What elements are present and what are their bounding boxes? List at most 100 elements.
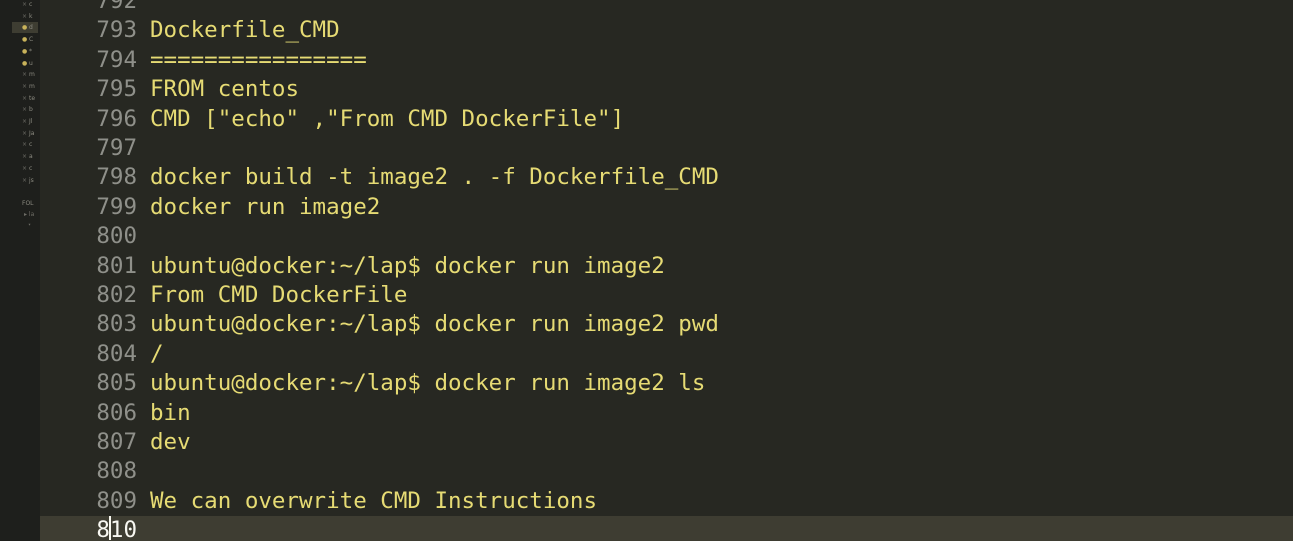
code-line[interactable]: 803 ubuntu@docker:~/lap$ docker run image…	[40, 310, 1293, 339]
unsaved-dot-icon[interactable]: ●	[22, 22, 29, 33]
open-file-item[interactable]: × m	[22, 69, 38, 80]
line-number: 800	[96, 223, 137, 250]
open-file-item[interactable]: × Ja	[22, 128, 38, 139]
line-text: /	[150, 340, 164, 367]
line-number: 797	[96, 135, 137, 161]
line-number: 804	[96, 340, 137, 367]
open-file-label: c	[29, 164, 33, 172]
line-text: ================	[150, 46, 367, 73]
code-editor[interactable]: 792 793 Dockerfile_CMD 794 ================ 7…	[40, 0, 1293, 541]
code-line[interactable]: 799 docker run image2	[40, 193, 1293, 222]
text-cursor	[109, 516, 111, 540]
line-text: ubuntu@docker:~/lap$ docker run image2	[150, 252, 665, 279]
open-file-item[interactable]: ● u	[22, 58, 38, 69]
line-number: 801	[96, 252, 137, 279]
code-line[interactable]: 808	[40, 457, 1293, 486]
open-file-item[interactable]: ● *	[22, 46, 38, 57]
close-tab-icon[interactable]: ×	[22, 116, 29, 127]
line-number: 792	[96, 0, 137, 14]
close-tab-icon[interactable]: ×	[22, 163, 29, 174]
code-line[interactable]: 792	[40, 0, 1293, 16]
unsaved-dot-icon[interactable]: ●	[22, 34, 29, 45]
close-tab-icon[interactable]: ×	[22, 104, 29, 115]
open-file-item[interactable]: × c	[22, 139, 38, 150]
open-file-label: *	[29, 47, 32, 55]
line-text: ubuntu@docker:~/lap$ docker run image2 p…	[150, 311, 719, 338]
open-file-item[interactable]: × c	[22, 0, 38, 10]
open-file-label: k	[29, 12, 33, 20]
line-number: 793	[96, 17, 137, 44]
line-number: 807	[96, 429, 137, 455]
line-number: 795	[96, 76, 137, 103]
open-file-label: js	[29, 176, 34, 184]
line-text: bin	[150, 399, 191, 426]
code-line[interactable]: 806 bin	[40, 399, 1293, 428]
open-file-item[interactable]: × js	[22, 175, 38, 186]
line-text: docker build -t image2 . -f Dockerfile_C…	[150, 164, 719, 191]
line-number: 796	[96, 105, 137, 132]
close-tab-icon[interactable]: ×	[22, 81, 29, 92]
open-file-item[interactable]: × k	[22, 11, 38, 22]
close-tab-icon[interactable]: ×	[22, 128, 29, 139]
open-file-item[interactable]: × m	[22, 81, 38, 92]
code-line[interactable]: 801 ubuntu@docker:~/lap$ docker run image…	[40, 252, 1293, 281]
folder-item[interactable]: ▸ la	[24, 211, 34, 218]
open-file-label: m	[29, 71, 35, 79]
open-file-item[interactable]: × Jl	[22, 116, 38, 127]
open-file-item[interactable]: × a	[22, 151, 38, 162]
code-line[interactable]: 800	[40, 222, 1293, 251]
folders-heading: FOL	[22, 200, 34, 207]
close-tab-icon[interactable]: ×	[22, 151, 29, 162]
line-number: 799	[96, 193, 137, 220]
close-tab-icon[interactable]: ×	[22, 0, 29, 10]
code-line[interactable]: 802 From CMD DockerFile	[40, 281, 1293, 310]
line-number: 805	[96, 370, 137, 397]
open-file-item[interactable]: ● d	[12, 22, 38, 34]
line-text: docker run image2	[150, 193, 381, 220]
open-file-label: b	[29, 106, 33, 114]
close-tab-icon[interactable]: ×	[22, 139, 29, 150]
line-text: FROM centos	[150, 76, 300, 103]
code-line[interactable]: 804 /	[40, 340, 1293, 369]
code-line[interactable]: 796 CMD ["echo" ,"From CMD DockerFile"]	[40, 105, 1293, 134]
code-line[interactable]: 793 Dockerfile_CMD	[40, 16, 1293, 45]
line-number: 803	[96, 311, 137, 338]
close-tab-icon[interactable]: ×	[22, 69, 29, 80]
open-file-label: c	[29, 141, 33, 149]
code-line[interactable]: 809 We can overwrite CMD Instructions	[40, 487, 1293, 516]
close-tab-icon[interactable]: ×	[22, 175, 29, 186]
line-number: 794	[96, 46, 137, 73]
sidebar: × c × k ● d ● C ● * ● u × m × m × te × b × Jl × Ja × c × a × c × js FOL…	[0, 0, 40, 541]
code-line[interactable]: 810	[40, 516, 1293, 541]
line-text: CMD ["echo" ,"From CMD DockerFile"]	[150, 105, 625, 132]
open-file-item[interactable]: × c	[22, 163, 38, 174]
open-file-label: a	[29, 153, 33, 161]
code-line[interactable]: 798 docker build -t image2 . -f Dockerfil…	[40, 163, 1293, 192]
open-file-label: Jl	[29, 118, 33, 125]
line-number: 808	[96, 458, 137, 485]
code-line[interactable]: 805 ubuntu@docker:~/lap$ docker run image…	[40, 369, 1293, 398]
open-file-label: te	[29, 94, 36, 102]
open-file-item[interactable]: ● C	[22, 34, 38, 45]
open-file-label: m	[29, 82, 35, 90]
line-number: 810	[96, 517, 137, 541]
folder-expand-icon[interactable]: ▾	[28, 222, 31, 228]
open-file-label: u	[29, 59, 33, 67]
line-text: dev	[150, 429, 191, 455]
line-number: 798	[96, 164, 137, 191]
code-line[interactable]: 795 FROM centos	[40, 75, 1293, 104]
close-tab-icon[interactable]: ×	[22, 11, 29, 22]
code-line[interactable]: 797	[40, 134, 1293, 163]
unsaved-dot-icon[interactable]: ●	[22, 46, 29, 57]
editor-lines: 792 793 Dockerfile_CMD 794 ================ 7…	[40, 0, 1293, 541]
code-line[interactable]: 807 dev	[40, 428, 1293, 457]
open-file-item[interactable]: × te	[22, 93, 38, 104]
code-line[interactable]: 794 ================	[40, 46, 1293, 75]
line-text: Dockerfile_CMD	[150, 17, 340, 44]
open-file-label: d	[29, 24, 33, 32]
open-file-item[interactable]: × b	[22, 104, 38, 115]
close-tab-icon[interactable]: ×	[22, 93, 29, 104]
line-text: ubuntu@docker:~/lap$ docker run image2 l…	[150, 370, 706, 397]
unsaved-dot-icon[interactable]: ●	[22, 58, 29, 69]
open-file-label: c	[29, 1, 33, 8]
